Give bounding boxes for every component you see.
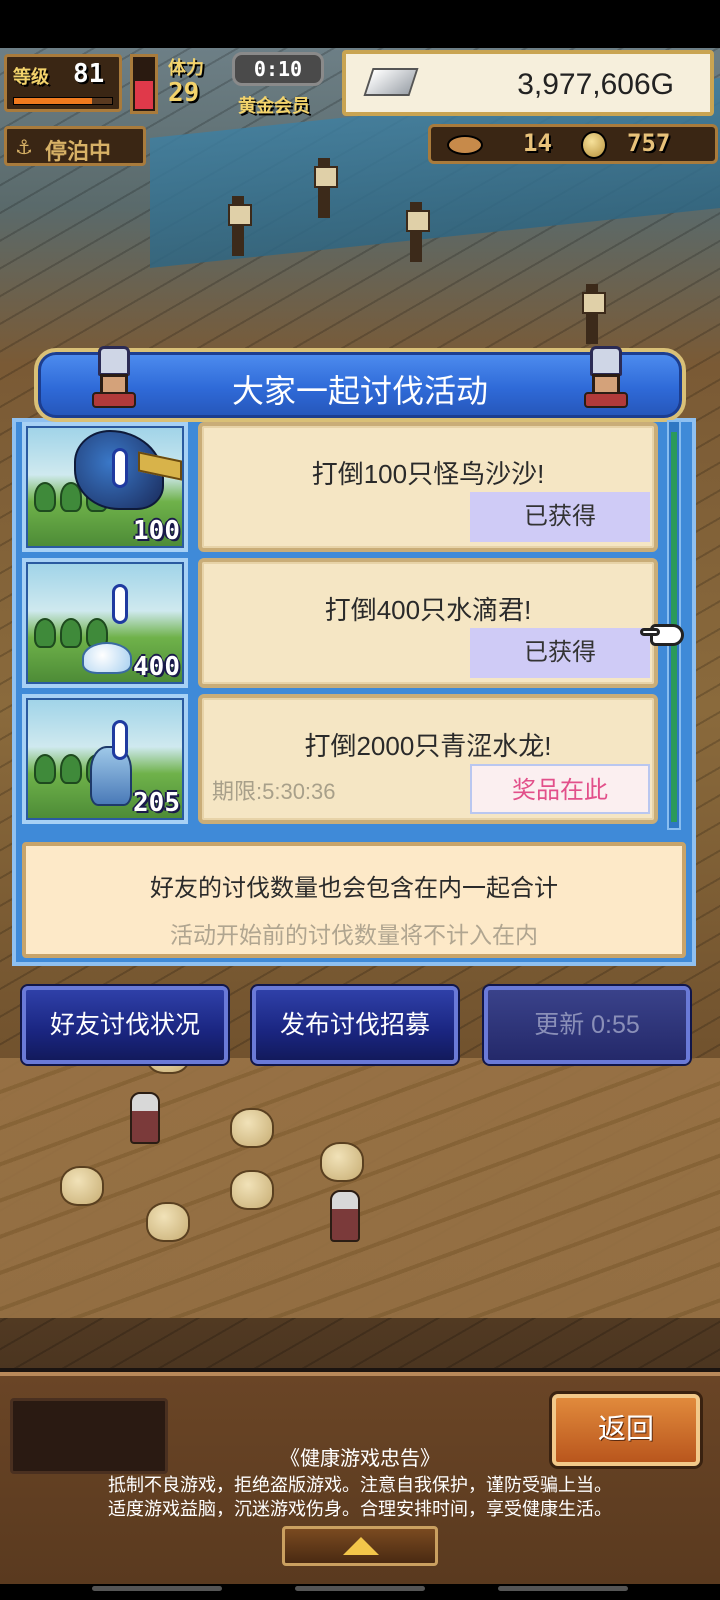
claimed-button[interactable]: 已获得 (470, 628, 650, 678)
fish-count: 14 (523, 129, 552, 157)
quest-title: 打倒100只怪鸟沙沙! (311, 459, 545, 489)
lamp-post (228, 196, 252, 256)
quest-card: 打倒2000只青涩水龙! 期限:5:30:36 奖品在此 (198, 694, 658, 824)
treasure-bag (146, 1202, 190, 1242)
event-dialog-header: 大家一起讨伐活动 (34, 346, 686, 422)
ship-deck (0, 1058, 720, 1318)
bottom-panel: 返回 《健康游戏忠告》 抵制不良游戏，拒绝盗版游戏。注意自我保护，谨防受骗上当。… (0, 1372, 720, 1584)
fish-icon (447, 135, 483, 155)
coin-icon (581, 131, 607, 159)
level-label: 等级 (13, 67, 49, 88)
quest-count: 400 (133, 652, 180, 682)
knight-icon (576, 346, 636, 410)
water-drop-monster-icon (82, 642, 132, 674)
xp-bar-fill (14, 98, 93, 104)
money-panel: 3,977,606G (342, 50, 714, 116)
resource-panel: 14 757 (428, 124, 718, 164)
quest-card: 打倒400只水滴君! 已获得 (198, 558, 658, 688)
note-line-2: 活动开始前的讨伐数量将不计入在内 (170, 922, 538, 948)
docked-status: ⚓ 停泊中 (4, 126, 146, 166)
docked-status-label: 停泊中 (45, 140, 112, 165)
health-notice: 《健康游戏忠告》 抵制不良游戏，拒绝盗版游戏。注意自我保护，谨防受骗上当。 适度… (0, 1442, 720, 1521)
level-panel: 等级 81 (4, 54, 122, 112)
crew-npc[interactable] (330, 1190, 360, 1242)
stamina-timer: 0:10 (232, 52, 324, 86)
treasure-bag (320, 1142, 364, 1182)
quest-title: 打倒400只水滴君! (324, 595, 532, 625)
note-line-1: 好友的讨伐数量也会包含在内一起合计 (150, 875, 558, 902)
treasure-bag (230, 1108, 274, 1148)
post-recruit-button[interactable]: 发布讨伐招募 (252, 986, 458, 1064)
stamina-gauge (130, 54, 158, 114)
quest-deadline: 期限:5:30:36 (212, 779, 336, 804)
xp-bar (13, 97, 113, 105)
health-notice-line: 抵制不良游戏，拒绝盗版游戏。注意自我保护，谨防受骗上当。 (108, 1475, 612, 1495)
quest-card: 打倒100只怪鸟沙沙! 已获得 (198, 422, 658, 552)
crew-npc[interactable] (130, 1092, 160, 1144)
level-value: 81 (73, 59, 105, 89)
quest-count: 205 (133, 788, 180, 818)
pointer-hand-icon (640, 620, 688, 650)
treasure-bag (60, 1166, 104, 1206)
stamina-label: 体力 (168, 58, 204, 79)
exclamation-icon (112, 720, 128, 760)
system-nav-bar (0, 1584, 720, 1600)
quest-row: 400 打倒400只水滴君! 已获得 (22, 558, 658, 688)
stamina-panel: 体力 29 (164, 54, 230, 112)
quest-row: 205 打倒2000只青涩水龙! 期限:5:30:36 奖品在此 (22, 694, 658, 824)
friends-status-button[interactable]: 好友讨伐状况 (22, 986, 228, 1064)
coin-count: 757 (627, 129, 671, 157)
lamp-post (314, 158, 338, 218)
quest-thumbnail: 205 (22, 694, 188, 824)
prize-button[interactable]: 奖品在此 (470, 764, 650, 814)
status-strip (0, 0, 720, 48)
event-note: 好友的讨伐数量也会包含在内一起合计 活动开始前的讨伐数量将不计入在内 (22, 842, 686, 958)
refresh-button[interactable]: 更新 0:55 (484, 986, 690, 1064)
treasure-bag (230, 1170, 274, 1210)
expand-menu-button[interactable] (282, 1526, 438, 1566)
anchor-icon: ⚓ (15, 135, 33, 159)
quest-row: 100 打倒100只怪鸟沙沙! 已获得 (22, 422, 658, 552)
nav-back-icon[interactable] (92, 1586, 222, 1591)
stamina-value: 29 (168, 78, 200, 108)
stamina-gauge-fill (135, 80, 153, 109)
exclamation-icon (112, 584, 128, 624)
health-notice-line: 适度游戏益脑，沉迷游戏伤身。合理安排时间，享受健康生活。 (108, 1499, 612, 1519)
silver-bar-icon (363, 68, 419, 96)
lamp-post (582, 284, 606, 344)
lamp-post (406, 202, 430, 262)
quest-title: 打倒2000只青涩水龙! (304, 731, 552, 761)
membership-badge[interactable]: 黄金会员 (238, 92, 334, 118)
nav-recent-icon[interactable] (498, 1586, 628, 1591)
health-notice-title: 《健康游戏忠告》 (280, 1448, 440, 1470)
nav-home-icon[interactable] (295, 1586, 425, 1591)
quest-thumbnail: 100 (22, 422, 188, 552)
quest-thumbnail: 400 (22, 558, 188, 688)
quest-count: 100 (133, 516, 180, 546)
expand-up-icon (343, 1537, 379, 1555)
exclamation-icon (112, 448, 128, 488)
money-value: 3,977,606G (517, 68, 674, 101)
claimed-button[interactable]: 已获得 (470, 492, 650, 542)
